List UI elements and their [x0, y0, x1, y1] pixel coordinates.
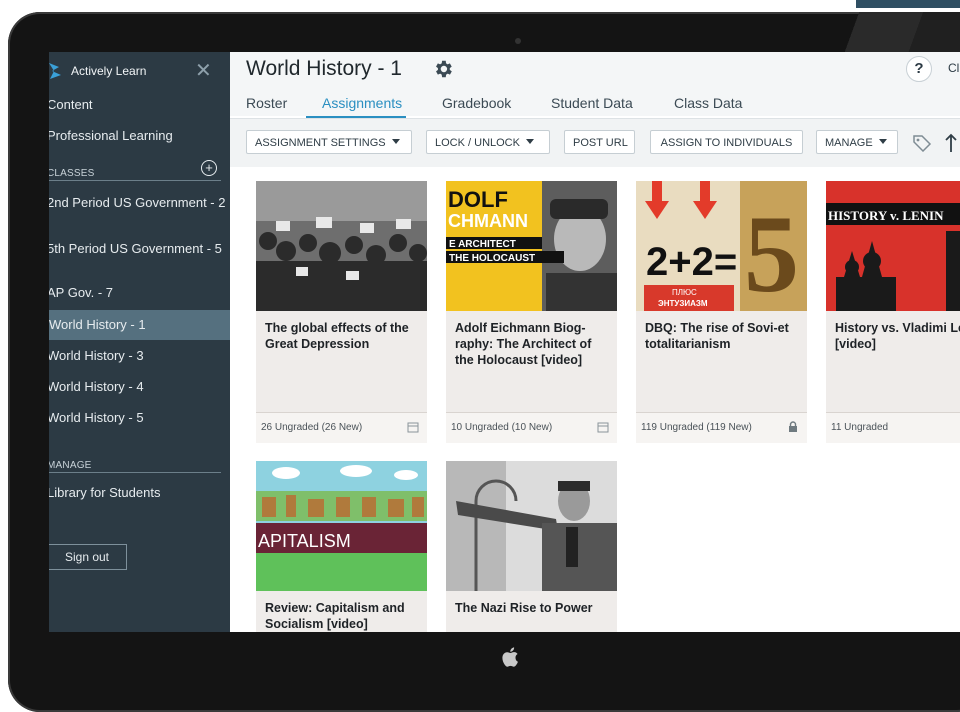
card-title: The global effects of the Great Depressi… [265, 321, 409, 351]
card-title: Adolf Eichmann Biog-raphy: The Architect… [455, 321, 592, 367]
assignment-card[interactable]: 2+2= 5 ПЛЮС ЭНТУЗИАЗМ DBQ: The rise of S… [636, 181, 807, 443]
add-class-icon[interactable]: + [201, 160, 217, 176]
capitalism-thumbnail: APITALISM [256, 461, 427, 591]
caret-down-icon [391, 139, 400, 144]
classes-divider [49, 180, 221, 181]
user-menu[interactable]: Cl [948, 61, 959, 75]
thumb-text: 2+2= [646, 240, 737, 284]
sort-arrow-icon[interactable] [944, 133, 958, 153]
manage-button[interactable]: MANAGE [816, 130, 898, 154]
thumb-text: THE HOLOCAUST [449, 253, 535, 264]
brand[interactable]: Actively Learn [49, 58, 146, 84]
post-url-button[interactable]: POST URL [564, 130, 635, 154]
manage-divider [49, 472, 221, 473]
main-panel: World History - 1 ? Cl Roster Assignment… [230, 52, 960, 632]
card-title: DBQ: The rise of Sovi-et totalitarianism [645, 321, 789, 351]
calendar-icon[interactable] [597, 421, 609, 433]
lenin-thumbnail: HISTORY v. LENIN [826, 181, 960, 311]
sidebar-item-class[interactable]: World History - 3 [49, 341, 227, 371]
thumb-text: APITALISM [258, 531, 351, 551]
sidebar-item-class[interactable]: World History - 5 [49, 403, 227, 433]
actively-learn-logo-icon [49, 63, 61, 79]
tab-student-data[interactable]: Student Data [551, 95, 633, 111]
assign-to-individuals-button[interactable]: ASSIGN TO INDIVIDUALS [650, 130, 803, 154]
sidebar-item-class[interactable]: AP Gov. - 7 [49, 278, 227, 308]
sidebar-item-class[interactable]: 2nd Period US Government - 2 [49, 193, 227, 223]
assignment-card[interactable]: HISTORY v. LENIN History vs. Vladimi Len… [826, 181, 960, 443]
card-footer: 119 Ungraded (119 New) [636, 412, 807, 443]
tab-assignments[interactable]: Assignments [322, 95, 402, 111]
caret-down-icon [525, 139, 534, 144]
thumb-text: 5 [744, 193, 799, 311]
tag-icon[interactable] [912, 134, 932, 152]
thumb-text: ПЛЮС [672, 288, 697, 297]
toolbar: ASSIGNMENT SETTINGS LOCK / UNLOCK POST U… [230, 118, 960, 167]
app-screen: Actively Learn ✕ Content Professional Le… [49, 52, 960, 632]
sign-out-button[interactable]: Sign out [49, 544, 127, 570]
close-sidebar-icon[interactable]: ✕ [195, 58, 212, 83]
card-footer: 26 Ungraded (26 New) [256, 412, 427, 443]
thumb-text: CHMANN [448, 211, 528, 231]
help-icon[interactable]: ? [906, 56, 932, 82]
assignment-card[interactable]: APITALISM Review: Capitalism and Sociali… [256, 461, 427, 632]
header: World History - 1 ? Cl Roster Assignment… [230, 52, 960, 116]
tab-class-data[interactable]: Class Data [674, 95, 742, 111]
thumb-text: ЭНТУЗИАЗМ [658, 299, 708, 308]
classes-section-label: CLASSES [49, 168, 95, 179]
assignment-settings-label: ASSIGNMENT SETTINGS [255, 137, 386, 149]
card-title: Review: Capitalism and Socialism [video] [265, 601, 405, 631]
page-title: World History - 1 [246, 57, 402, 80]
ungraded-status: 119 Ungraded (119 New) [641, 422, 752, 433]
sidebar-item-class[interactable]: World History - 4 [49, 372, 227, 402]
lock-unlock-label: LOCK / UNLOCK [435, 137, 520, 149]
gear-icon[interactable] [432, 58, 454, 80]
thumb-text: DOLF [448, 187, 508, 212]
assignment-settings-button[interactable]: ASSIGNMENT SETTINGS [246, 130, 412, 154]
screen-glare [838, 12, 960, 52]
thumb-text: E ARCHITECT [449, 239, 516, 250]
ungraded-status: 10 Ungraded (10 New) [451, 422, 553, 433]
corner-accent [856, 0, 960, 8]
card-footer: 11 Ungraded [826, 412, 960, 443]
apple-logo-icon [502, 647, 518, 667]
card-footer: 10 Ungraded (10 New) [446, 412, 617, 443]
manage-section-label: MANAGE [49, 460, 92, 471]
ungraded-status: 11 Ungraded [831, 422, 889, 433]
assignment-card[interactable]: The global effects of the Great Depressi… [256, 181, 427, 443]
app-name: Actively Learn [71, 64, 147, 78]
calendar-icon[interactable] [407, 421, 419, 433]
sidebar-item-class-active[interactable]: World History - 1 [49, 310, 230, 340]
sidebar-item-library-for-students[interactable]: Library for Students [49, 478, 227, 508]
lock-icon[interactable] [787, 421, 799, 433]
ungraded-status: 26 Ungraded (26 New) [261, 422, 363, 433]
soviet-poster-thumbnail: 2+2= 5 ПЛЮС ЭНТУЗИАЗМ [636, 181, 807, 311]
card-title: The Nazi Rise to Power [455, 601, 593, 615]
tab-gradebook[interactable]: Gradebook [442, 95, 511, 111]
thumb-text: HISTORY v. LENIN [828, 208, 944, 223]
sidebar: Actively Learn ✕ Content Professional Le… [49, 52, 230, 632]
tab-roster[interactable]: Roster [246, 95, 287, 111]
lock-unlock-button[interactable]: LOCK / UNLOCK [426, 130, 550, 154]
eichmann-thumbnail: DOLF CHMANN E ARCHITECT THE HOLOCAUST [446, 181, 617, 311]
assignment-card[interactable]: DOLF CHMANN E ARCHITECT THE HOLOCAUST Ad… [446, 181, 617, 443]
card-title: History vs. Vladimi Lenin [video] [835, 321, 960, 351]
manage-label: MANAGE [825, 137, 873, 149]
sidebar-item-professional-learning[interactable]: Professional Learning [49, 121, 227, 151]
nazi-rise-photo [446, 461, 617, 591]
sidebar-item-class[interactable]: 5th Period US Government - 5 [49, 239, 227, 269]
camera-dot [515, 38, 521, 44]
caret-down-icon [878, 139, 887, 144]
assignment-card[interactable]: The Nazi Rise to Power [446, 461, 617, 632]
sidebar-item-content[interactable]: Content [49, 90, 227, 120]
great-depression-photo [256, 181, 427, 311]
